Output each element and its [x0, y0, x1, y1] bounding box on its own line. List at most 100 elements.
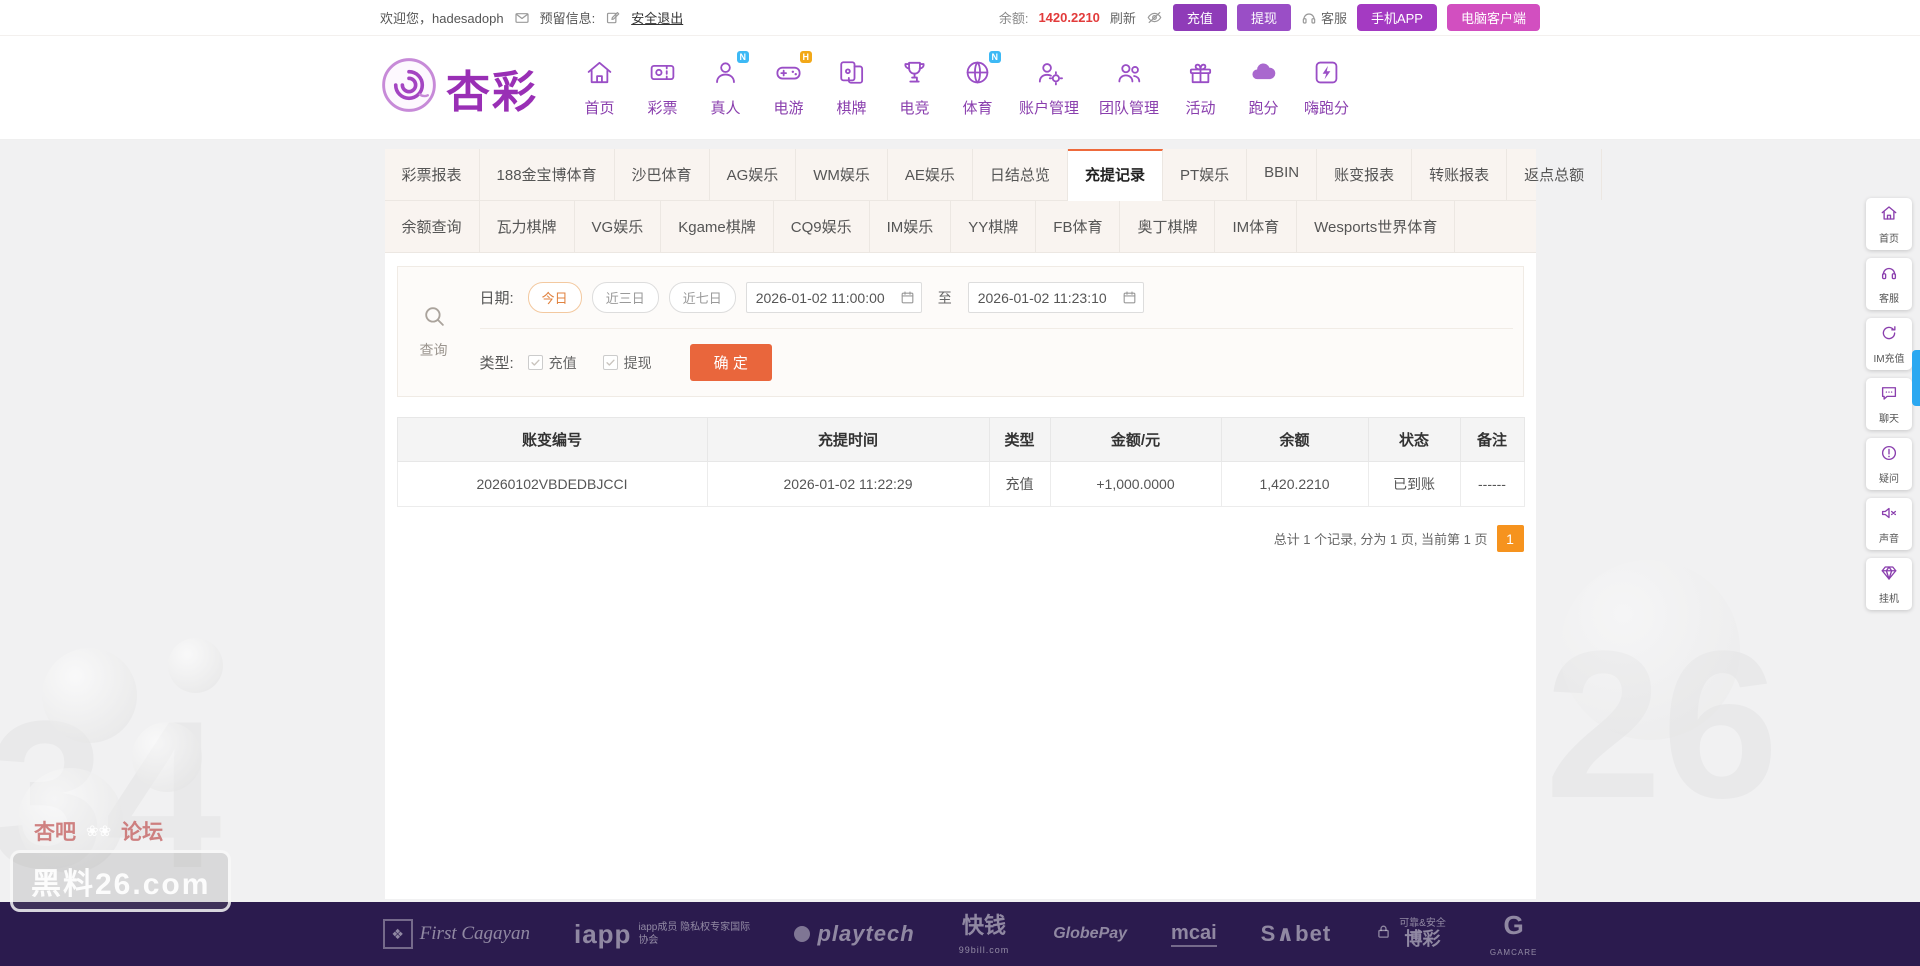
date-to-input[interactable]	[968, 282, 1144, 313]
tab-transfer-report[interactable]: 转账报表	[1412, 149, 1507, 200]
side-chat-button[interactable]: 聊天	[1866, 378, 1912, 430]
tab-balance-query[interactable]: 余额查询	[385, 201, 480, 252]
nav-item-chess[interactable]: 棋牌	[820, 58, 883, 118]
edit-reserved-icon[interactable]	[605, 10, 621, 26]
customer-service-link[interactable]: 客服	[1301, 8, 1347, 27]
balance-value: 1420.2210	[1038, 10, 1099, 25]
footer: ❖ First Cagayan iapp iapp成员 隐私权专家国际协会 pl…	[0, 902, 1920, 966]
tab-kgame[interactable]: Kgame棋牌	[661, 201, 774, 252]
side-hangup-button[interactable]: 挂机	[1866, 558, 1912, 610]
confirm-button[interactable]: 确 定	[690, 344, 772, 381]
tab-wali-chess[interactable]: 瓦力棋牌	[480, 201, 575, 252]
tab-ag[interactable]: AG娱乐	[710, 149, 797, 200]
tab-vg[interactable]: VG娱乐	[575, 201, 662, 252]
date-from-input[interactable]	[746, 282, 922, 313]
tab-pt[interactable]: PT娱乐	[1163, 149, 1247, 200]
logo-sbet[interactable]: S∧bet	[1261, 921, 1332, 947]
tab-im-entertainment[interactable]: IM娱乐	[870, 201, 952, 252]
deposit-button[interactable]: 充值	[1173, 4, 1227, 31]
side-label: 首页	[1879, 230, 1899, 245]
tab-cq9[interactable]: CQ9娱乐	[774, 201, 870, 252]
tab-bbin[interactable]: BBIN	[1247, 149, 1317, 200]
question-icon	[1880, 444, 1898, 467]
mobile-app-button[interactable]: 手机APP	[1357, 4, 1437, 31]
nav-item-hi-paofen[interactable]: 嗨跑分	[1295, 58, 1358, 118]
nav-item-lottery[interactable]: 彩票	[631, 58, 694, 118]
side-home-button[interactable]: 首页	[1866, 198, 1912, 250]
nav-item-esports[interactable]: 电竞	[883, 58, 946, 118]
deposit-checkbox-group[interactable]: 充值	[528, 353, 577, 373]
logo-playtech[interactable]: playtech	[794, 921, 914, 947]
nav-item-paofen[interactable]: 跑分	[1232, 58, 1295, 118]
range-3days-button[interactable]: 近三日	[592, 282, 659, 313]
playtech-sphere-icon	[794, 926, 810, 942]
range-today-button[interactable]: 今日	[528, 282, 582, 313]
logo-first-cagayan[interactable]: ❖ First Cagayan	[383, 919, 530, 949]
pc-client-button[interactable]: 电脑客户端	[1447, 4, 1540, 31]
logo-globepay[interactable]: GlobePay	[1053, 925, 1127, 943]
tab-im-sport[interactable]: IM体育	[1215, 201, 1297, 252]
tab-ae[interactable]: AE娱乐	[888, 149, 973, 200]
tab-wm[interactable]: WM娱乐	[796, 149, 888, 200]
tab-shaba-sport[interactable]: 沙巴体育	[615, 149, 710, 200]
type-label: 类型:	[480, 352, 514, 373]
tab-row-2: 余额查询 瓦力棋牌 VG娱乐 Kgame棋牌 CQ9娱乐 IM娱乐 YY棋牌 F…	[385, 201, 1536, 253]
logo-iapp[interactable]: iapp iapp成员 隐私权专家国际协会	[574, 919, 750, 950]
team-icon	[1115, 58, 1144, 92]
scrollbar-thumb[interactable]	[1912, 350, 1920, 406]
mail-icon[interactable]	[514, 10, 530, 26]
date-to-separator: 至	[938, 288, 952, 308]
calendar-icon[interactable]	[900, 290, 915, 310]
tab-fb-sport[interactable]: FB体育	[1036, 201, 1120, 252]
logo-kuaiqian[interactable]: 快钱 99bill.com	[959, 913, 1010, 956]
page-1-button[interactable]: 1	[1497, 525, 1524, 552]
logo-subtext: 99bill.com	[959, 945, 1010, 955]
side-question-button[interactable]: 疑问	[1866, 438, 1912, 490]
nav-item-egame[interactable]: 电游 H	[757, 58, 820, 118]
calendar-icon[interactable]	[1122, 290, 1137, 310]
nav-item-home[interactable]: 首页	[568, 58, 631, 118]
nav-item-activity[interactable]: 活动	[1169, 58, 1232, 118]
logo-text: 博彩	[1405, 929, 1441, 950]
tab-recharge-withdraw-records[interactable]: 充提记录	[1068, 149, 1163, 201]
nav-label: 账户管理	[1019, 97, 1079, 118]
logo-gamcare[interactable]: G GAMCARE	[1490, 911, 1537, 957]
refresh-link[interactable]: 刷新	[1110, 8, 1136, 27]
tab-wesports[interactable]: Wesports世界体育	[1297, 201, 1455, 252]
cell-status: 已到账	[1368, 462, 1460, 507]
nav-label: 电游	[773, 97, 803, 118]
deposit-checkbox[interactable]	[528, 355, 543, 370]
logout-link[interactable]: 安全退出	[631, 8, 683, 27]
background-ball	[1560, 560, 1740, 740]
balance-label: 余额:	[999, 8, 1029, 27]
tab-daily-summary[interactable]: 日结总览	[973, 149, 1068, 200]
withdraw-button[interactable]: 提现	[1237, 4, 1291, 31]
nav-item-account-management[interactable]: 账户管理	[1009, 58, 1089, 118]
site-logo[interactable]: 杏彩	[380, 56, 538, 120]
nav-label: 首页	[584, 97, 614, 118]
cloud-icon	[1249, 58, 1278, 92]
tab-lottery-report[interactable]: 彩票报表	[385, 149, 480, 200]
logo-secure-gaming[interactable]: 可靠&安全 博彩	[1375, 918, 1446, 950]
nav-item-team-management[interactable]: 团队管理	[1089, 58, 1169, 118]
tab-aoding-chess[interactable]: 奥丁棋牌	[1120, 201, 1215, 252]
chat-icon	[1880, 384, 1898, 407]
side-label: 聊天	[1879, 410, 1899, 425]
tab-yy-chess[interactable]: YY棋牌	[951, 201, 1036, 252]
gift-icon	[1186, 58, 1215, 92]
nav-item-live[interactable]: 真人 N	[694, 58, 757, 118]
col-header-note: 备注	[1460, 418, 1524, 462]
tab-account-change-report[interactable]: 账变报表	[1317, 149, 1412, 200]
side-im-recharge-button[interactable]: IM充值	[1866, 318, 1912, 370]
eye-off-icon[interactable]	[1146, 9, 1163, 26]
side-service-button[interactable]: 客服	[1866, 258, 1912, 310]
tab-rebate-total[interactable]: 返点总额	[1507, 149, 1602, 200]
range-7days-button[interactable]: 近七日	[669, 282, 736, 313]
withdraw-checkbox-group[interactable]: 提现	[603, 353, 652, 373]
tab-188-sport[interactable]: 188金宝博体育	[480, 149, 615, 200]
nav-item-sports[interactable]: 体育 N	[946, 58, 1009, 118]
withdraw-checkbox[interactable]	[603, 355, 618, 370]
logo-mcai[interactable]: mcai	[1171, 922, 1217, 947]
side-toolbar: 首页 客服 IM充值 聊天 疑问 声音 挂机	[1866, 198, 1912, 610]
side-sound-button[interactable]: 声音	[1866, 498, 1912, 550]
